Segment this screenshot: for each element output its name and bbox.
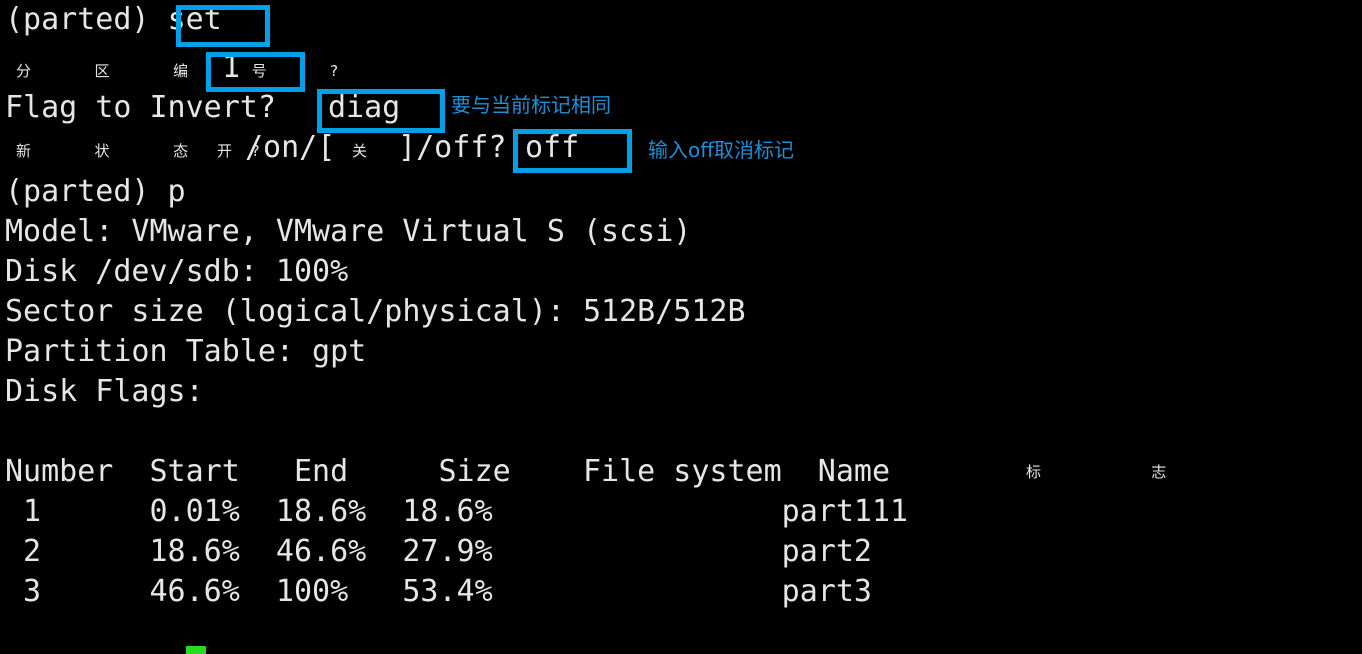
table-row: 3 46.6% 100% 53.4% part3	[5, 574, 872, 609]
state-choice-on-segment: /on/[	[245, 130, 354, 165]
disk-flags-line: Disk Flags:	[5, 374, 204, 409]
partition-table-header: Number Start End Size File system Name	[5, 454, 891, 489]
flag-to-invert-label: Flag to Invert?	[5, 90, 294, 125]
state-off-label: 关	[352, 142, 368, 160]
command-set: set	[167, 2, 222, 37]
new-state-prompt-label: 新 状 态 ?	[16, 142, 278, 160]
partition-table-type-line: Partition Table: gpt	[5, 334, 367, 369]
annotation-note-off: 输入off取消标记	[648, 138, 795, 162]
disk-model-line: Model: VMware, VMware Virtual S (scsi)	[5, 214, 692, 249]
annotation-note-flag: 要与当前标记相同	[451, 93, 611, 117]
state-choice-off-segment: ]/off?	[380, 130, 525, 165]
table-row: 1 0.01% 18.6% 18.6% part111	[5, 494, 909, 529]
new-state-value: off	[525, 130, 580, 165]
parted-prompt: (parted)	[5, 2, 168, 37]
terminal-line-prompt-print: (parted) p	[5, 174, 186, 209]
flag-to-invert-value: diag	[328, 90, 401, 125]
terminal-cursor	[186, 646, 206, 654]
terminal-line-prompt-set: (parted) set	[5, 0, 222, 40]
state-on-label: 开	[217, 142, 233, 160]
partition-number-prompt-label: 分 区 编 号 ?	[16, 62, 357, 80]
partition-number-value: 1	[222, 50, 241, 85]
table-row: 2 18.6% 46.6% 27.9% part2	[5, 534, 872, 569]
terminal-screen[interactable]: (parted) set 分 区 编 号 ? 1 Flag to Invert?…	[0, 0, 1362, 654]
disk-device-line: Disk /dev/sdb: 100%	[5, 254, 349, 289]
sector-size-line: Sector size (logical/physical): 512B/512…	[5, 294, 746, 329]
partition-table-header-flags: 标 志	[1026, 463, 1191, 481]
